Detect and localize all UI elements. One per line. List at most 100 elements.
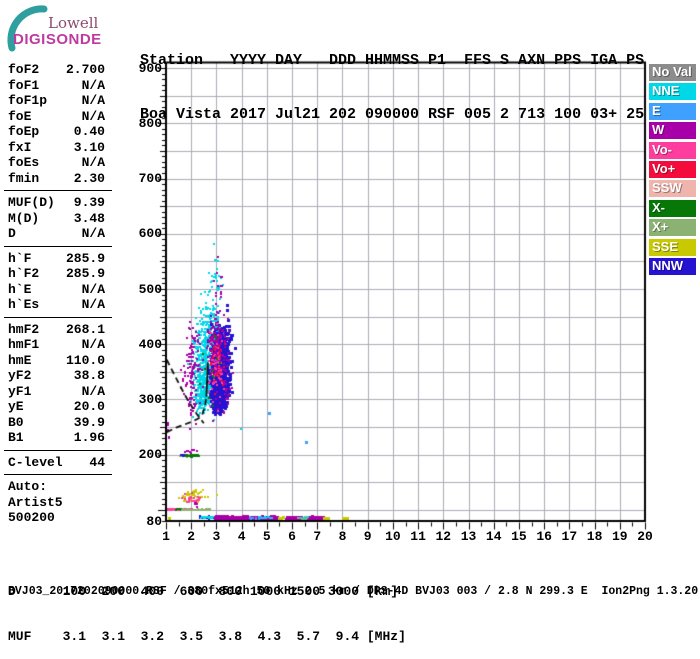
param-label: h`E <box>8 281 32 297</box>
param-label: M(D) <box>8 210 40 226</box>
param-label: foE <box>8 108 32 124</box>
param-row: hmE 110.0 <box>8 353 105 369</box>
legend-item-e: E <box>649 102 696 120</box>
x-axis-tick-label: 10 <box>385 529 401 544</box>
x-axis-tick-label: 5 <box>262 529 271 544</box>
x-axis-tick-label: 7 <box>313 529 322 544</box>
y-axis-tick-label: 400 <box>138 336 162 352</box>
x-axis-tick-label: 1 <box>162 529 170 544</box>
x-axis-tick-label: 14 <box>485 529 502 544</box>
param-value: 20.0 <box>73 399 105 414</box>
param-label: yF1 <box>8 383 32 399</box>
x-axis-tick-label: 4 <box>237 529 246 544</box>
param-panel: foF2 2.700 foF1 N/A foF1p N/A foE N/A foEp 0.40 fx… <box>4 62 112 526</box>
x-axis-tick-label: 11 <box>410 529 426 544</box>
param-value: 39.9 <box>73 414 105 430</box>
param-label: Auto: <box>8 479 48 494</box>
param-label: hmF1 <box>8 337 40 352</box>
param-value: 44 <box>89 454 105 470</box>
param-value: 285.9 <box>65 250 105 266</box>
param-row: foF2 2.700 <box>8 62 105 78</box>
param-separator <box>4 245 112 247</box>
param-value: N/A <box>81 226 105 241</box>
logo-arc-icon <box>7 5 48 52</box>
param-value: N/A <box>81 77 105 93</box>
legend-item-no-val: No Val <box>649 64 696 81</box>
header-line-values: Boa Vista 2017 Jul21 202 090000 RSF 005 … <box>140 106 645 123</box>
legend-item-nne: NNE <box>649 83 696 101</box>
param-label: foF1 <box>8 77 40 93</box>
param-label: foEp <box>8 124 40 139</box>
param-label: D <box>8 226 16 241</box>
param-label: fmin <box>8 170 40 186</box>
param-row: foF1p N/A <box>8 93 105 109</box>
lowell-digisonde-logo: Lowell DIGISONDE <box>6 4 136 56</box>
param-row: yE 20.0 <box>8 399 105 415</box>
param-value: N/A <box>81 297 105 312</box>
param-row: h`F 285.9 <box>8 251 105 267</box>
x-axis-tick-label: 3 <box>212 529 221 544</box>
x-axis-tick-label: 15 <box>511 529 527 544</box>
param-row: yF2 38.8 <box>8 368 105 384</box>
param-separator <box>4 316 112 318</box>
logo-digisonde-text: DIGISONDE <box>13 31 102 48</box>
y-axis-tick-label: 700 <box>138 171 162 187</box>
x-axis-tick-label: 19 <box>611 529 628 544</box>
legend-item-vo+: Vo+ <box>649 160 696 178</box>
legend-item-w: W <box>649 122 696 140</box>
x-axis-tick-label: 9 <box>363 529 372 544</box>
logo-lowell-text: Lowell <box>48 14 99 32</box>
y-axis-tick-label: 900 <box>138 60 162 76</box>
param-value: N/A <box>81 93 105 108</box>
param-value: N/A <box>81 108 105 124</box>
x-axis-tick-label: 13 <box>460 529 477 544</box>
param-value: 3.48 <box>73 210 105 226</box>
param-label: Artist5 <box>8 494 63 510</box>
param-label: fxI <box>8 139 32 155</box>
x-axis-tick-label: 2 <box>187 529 196 544</box>
param-value: 9.39 <box>73 195 105 210</box>
param-label: foEs <box>8 155 40 170</box>
x-axis-tick-label: 8 <box>338 529 347 544</box>
param-value: N/A <box>81 337 105 352</box>
param-value: 3.10 <box>73 139 105 155</box>
y-axis-tick-label: 500 <box>138 281 162 297</box>
param-row: M(D) 3.48 <box>8 211 105 227</box>
param-row: fmin 2.30 <box>8 171 105 187</box>
param-label: C-level <box>8 454 63 470</box>
legend-item-x-: X- <box>649 199 696 217</box>
param-value: 0.40 <box>73 124 105 139</box>
param-separator <box>4 190 112 191</box>
legend-item-sse: SSE <box>649 238 696 256</box>
param-row: foEp 0.40 <box>8 124 105 140</box>
param-label: B0 <box>8 414 24 430</box>
param-label: h`F <box>8 250 32 266</box>
param-row: Auto: <box>8 479 105 495</box>
param-label: B1 <box>8 430 24 445</box>
param-label: hmE <box>8 352 32 368</box>
param-row: h`F2 285.9 <box>8 266 105 282</box>
param-row: B0 39.9 <box>8 415 105 431</box>
param-row: hmF2 268.1 <box>8 322 105 338</box>
param-row: 500200 <box>8 510 105 526</box>
param-label: h`Es <box>8 297 40 312</box>
param-row: Artist5 <box>8 495 105 511</box>
param-row: B1 1.96 <box>8 430 105 446</box>
param-row: foEs N/A <box>8 155 105 171</box>
param-label: foF2 <box>8 62 40 77</box>
header-line-columns: Station YYYY DAY DDD HHMMSS P1 FFS S AXN… <box>140 52 645 69</box>
param-row: fxI 3.10 <box>8 140 105 156</box>
param-row: C-level 44 <box>8 455 105 471</box>
legend-item-ssw: SSW <box>649 180 696 198</box>
param-row: foE N/A <box>8 109 105 125</box>
param-value: 2.700 <box>65 62 105 77</box>
param-value: 38.8 <box>73 368 105 383</box>
param-label: foF1p <box>8 93 48 108</box>
y-axis-tick-label: 600 <box>138 226 162 242</box>
param-row: yF1 N/A <box>8 384 105 400</box>
legend-item-x+: X+ <box>649 219 696 237</box>
x-axis-tick-label: 12 <box>435 529 452 544</box>
param-label: yE <box>8 399 24 414</box>
y-axis-tick-label: 800 <box>138 115 162 131</box>
muf-row: MUF 3.1 3.1 3.2 3.5 3.8 4.3 5.7 9.4 [MHz… <box>8 629 406 644</box>
